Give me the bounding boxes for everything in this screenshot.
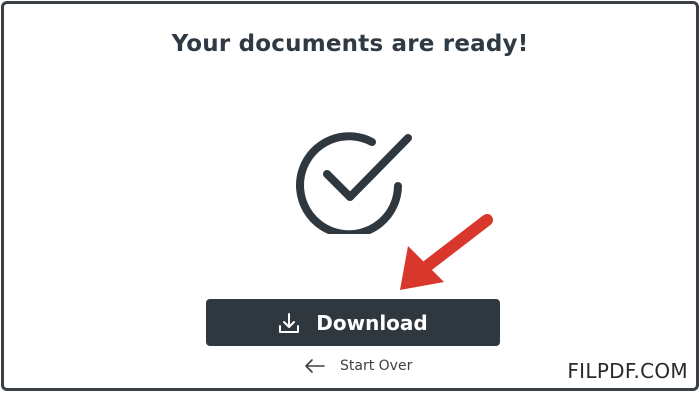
page-title: Your documents are ready!: [171, 31, 529, 57]
arrow-left-icon: [305, 359, 325, 373]
watermark: FILPDF.COM: [565, 359, 690, 383]
download-button[interactable]: Download: [206, 299, 500, 346]
start-over-label: Start Over: [340, 358, 413, 374]
start-over-link[interactable]: Start Over: [304, 355, 412, 377]
dialog-frame: Your documents are ready! Download Start…: [1, 1, 699, 391]
red-arrow-icon: [400, 214, 493, 290]
download-button-label: Download: [316, 310, 428, 335]
download-icon: [279, 312, 300, 333]
